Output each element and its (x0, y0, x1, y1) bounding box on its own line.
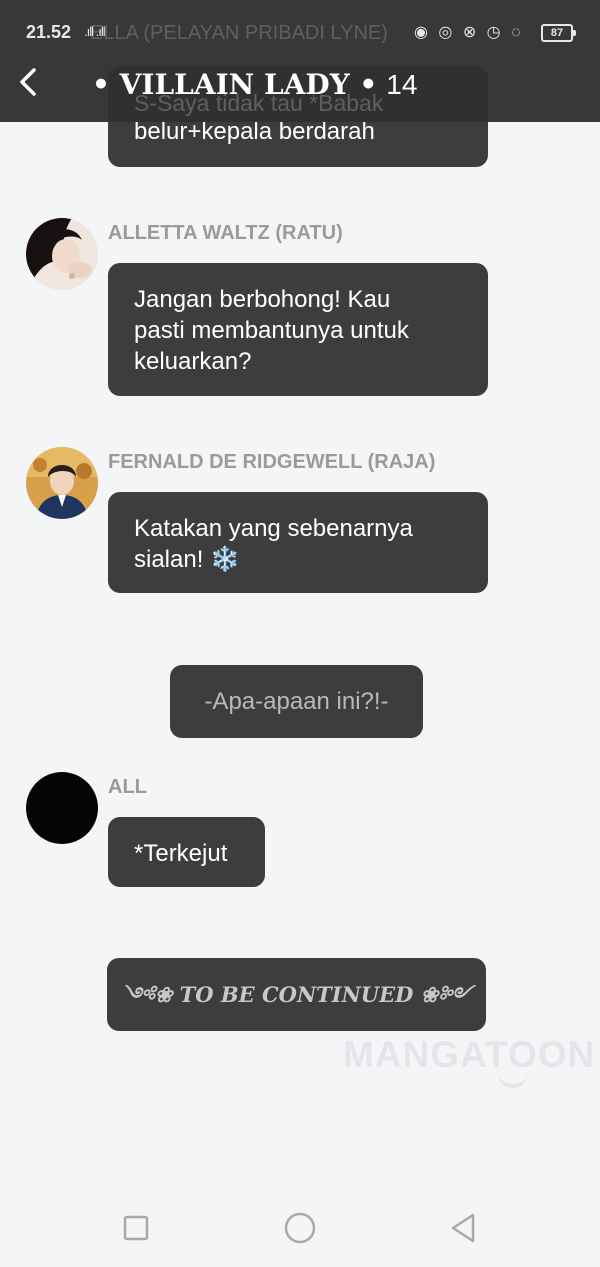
bubble-text: *Terkejut (134, 840, 228, 867)
signal-icon: .ıll .ıll (84, 24, 106, 39)
circle-icon (284, 1212, 316, 1244)
chapter-number: 14 (386, 69, 418, 100)
system-nav-bar (0, 1188, 600, 1267)
bubble-line: sialan! ❄️ (134, 546, 240, 573)
system-back-button[interactable] (449, 1212, 477, 1249)
bubble-line: pasti membantunya untuk (134, 317, 409, 344)
speaker-name: ALL (108, 776, 147, 798)
chapter-title: • VILLAIN LADY • 14 (92, 68, 417, 101)
watermark: MANGATOON (343, 1034, 596, 1075)
recent-apps-button[interactable] (123, 1215, 149, 1246)
home-button[interactable] (284, 1212, 316, 1249)
title-main: • VILLAIN LADY • (92, 68, 378, 101)
chat-bubble: Katakan yang sebenarnya sialan! ❄️ (108, 492, 488, 593)
speaker-name: FERNALD DE RIDGEWELL (RAJA) (108, 451, 436, 473)
battery-icon: 87 (541, 24, 576, 42)
avatar-all[interactable] (26, 772, 98, 844)
avatar-fernald[interactable] (26, 447, 98, 519)
avatar-alletta[interactable] (26, 218, 98, 290)
banner-text: ༺❀ TO BE CONTINUED ❀༻ (121, 982, 472, 1007)
narration-bubble: -Apa-apaan ini?!- (170, 665, 423, 738)
bubble-text: belur+kepala berdarah (134, 118, 375, 145)
status-bar: 21.52 .ıll .ıll ◉ ◎ ⊗ ◷ ◌ 87 (0, 0, 600, 60)
to-be-continued-banner: ༺❀ TO BE CONTINUED ❀༻ (107, 958, 486, 1031)
status-icons: ◉ ◎ ⊗ ◷ ◌ (414, 24, 524, 41)
bubble-line: Jangan berbohong! Kau (134, 286, 391, 313)
speaker-name: ALLETTA WALTZ (RATU) (108, 222, 343, 244)
narration-text: -Apa-apaan ini?!- (204, 688, 389, 715)
square-icon (123, 1215, 149, 1241)
triangle-back-icon (451, 1213, 475, 1243)
watermark-smile-icon (498, 1062, 528, 1088)
chevron-left-icon (20, 68, 36, 96)
status-time: 21.52 (26, 22, 72, 42)
bubble-line: keluarkan? (134, 348, 252, 375)
chat-bubble: *Terkejut (108, 817, 265, 887)
chat-bubble: Jangan berbohong! Kau pasti membantunya … (108, 263, 488, 396)
bubble-line: Katakan yang sebenarnya (134, 515, 413, 542)
back-button[interactable] (14, 66, 46, 98)
